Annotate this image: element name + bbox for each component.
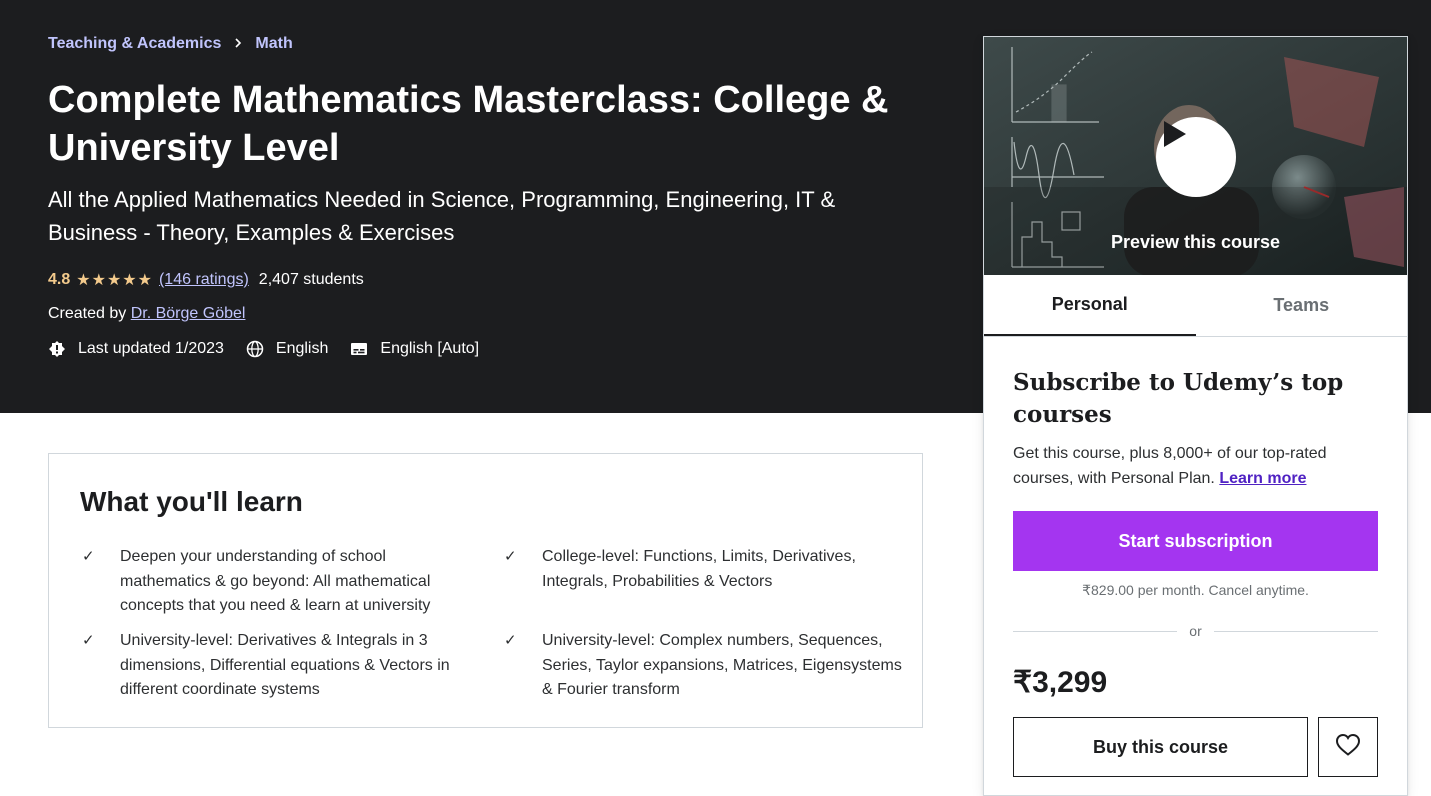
course-meta: Last updated 1/2023 English English [Aut… [48,340,501,358]
breadcrumb-math[interactable]: Math [255,35,292,53]
course-title: Complete Mathematics Masterclass: Colleg… [48,79,889,169]
learn-item-text: University-level: Complex numbers, Seque… [542,632,902,698]
learn-item: ✓ College-level: Functions, Limits, Deri… [502,545,902,594]
language-text: English [275,340,329,357]
wishlist-button[interactable] [1318,717,1378,777]
divider-line [1213,630,1379,632]
captions-text: English [Auto] [380,340,480,357]
or-label: or [1189,623,1202,639]
learn-item: ✓ University-level: Complex numbers, Seq… [502,629,902,703]
course-language: English [246,340,328,358]
course-subtitle: All the Applied Mathematics Needed in Sc… [48,187,836,245]
chevron-right-icon [233,36,243,52]
check-icon: ✓ [82,548,95,565]
rating-value: 4.8 [48,271,71,288]
course-preview[interactable]: Preview this course [984,37,1407,275]
tab-personal[interactable]: Personal [984,275,1196,336]
ratings-count-link[interactable]: (146 ratings) [159,271,249,289]
rating-row: 4.8 ★★★★★ (146 ratings) 2,407 students [48,270,364,290]
plan-tabs: Personal Teams [984,275,1407,337]
course-captions: English [Auto] [350,340,479,358]
subscription-price-note: ₹829.00 per month. Cancel anytime. [1082,582,1309,598]
learn-item-text: College-level: Functions, Limits, Deriva… [542,548,856,590]
breadcrumb: Teaching & Academics Math [48,35,293,53]
learn-item-text: Deepen your understanding of school math… [120,548,431,614]
learn-item: ✓ University-level: Derivatives & Integr… [80,629,470,703]
globe-icon [246,340,264,358]
alert-badge-icon [48,340,66,358]
purchase-card: Preview this course Personal Teams Subsc… [983,36,1408,796]
subscribe-heading: Subscribe to Udemy’s top courses [1013,369,1344,428]
check-icon: ✓ [504,548,517,565]
learn-item-text: University-level: Derivatives & Integral… [120,632,450,698]
created-by: Created by Dr. Börge Göbel [48,305,245,323]
students-count: 2,407 students [258,271,364,288]
buy-course-button[interactable]: Buy this course [1013,717,1308,777]
last-updated-text: Last updated 1/2023 [78,340,224,357]
tab-teams[interactable]: Teams [1196,275,1408,336]
learn-item: ✓ Deepen your understanding of school ma… [80,545,470,619]
learn-more-link[interactable]: Learn more [1219,470,1306,487]
what-you-learn-heading: What you'll learn [80,486,303,517]
subscribe-description: Get this course, plus 8,000+ of our top-… [1013,441,1373,491]
check-icon: ✓ [504,632,517,649]
what-you-learn-box: What you'll learn ✓ Deepen your understa… [48,453,923,728]
heart-icon [1335,733,1361,762]
check-icon: ✓ [82,632,95,649]
course-price: ₹3,299 [1013,666,1108,699]
last-updated: Last updated 1/2023 [48,340,224,358]
start-subscription-button[interactable]: Start subscription [1013,511,1378,571]
divider-line [1013,630,1178,632]
star-rating-icon: ★★★★★ [76,272,153,289]
play-button[interactable] [1156,117,1236,197]
preview-course-label: Preview this course [1110,232,1281,252]
created-by-label: Created by [48,305,127,322]
or-divider: or [1013,623,1379,639]
closed-captions-icon [350,340,368,358]
author-link[interactable]: Dr. Börge Göbel [131,305,246,322]
breadcrumb-teaching-academics[interactable]: Teaching & Academics [48,35,221,53]
